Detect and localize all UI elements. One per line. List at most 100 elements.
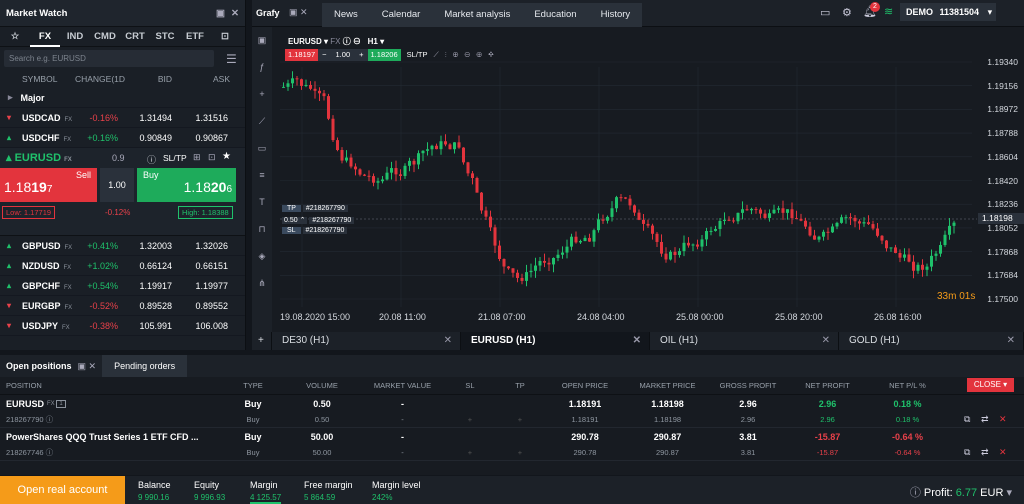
profit-display[interactable]: ⓘ Profit: 6.77 EUR ▾ (910, 484, 1012, 500)
candle-body (525, 272, 528, 281)
nav-market-analysis[interactable]: Market analysis (432, 3, 522, 27)
candle-body (700, 239, 704, 247)
star-icon[interactable]: ★ (222, 151, 231, 162)
tab-stc[interactable]: STC (150, 31, 180, 42)
tab-pending-orders[interactable]: Pending orders (102, 355, 188, 377)
change-value: -0.16% (89, 112, 118, 123)
tab-etf[interactable]: ETF (180, 31, 210, 42)
nav-news[interactable]: News (322, 3, 370, 27)
table-row[interactable]: EURUSD FX 1 Buy 0.50-1.18191 1.18198 2.96 2.96… (0, 395, 1024, 412)
candle-body (547, 262, 551, 265)
col-symbol[interactable]: SYMBOL (0, 74, 72, 84)
list-item[interactable]: ▾ EURGBP FX -0.52% 0.89528 0.89552 (0, 296, 245, 316)
group-major[interactable]: ▸ Major (0, 88, 245, 108)
candle-body (439, 141, 443, 150)
candle-body (655, 233, 659, 242)
table-subrow[interactable]: 218267746 ⓘ Buy 50.00 - 290.78 290.87 3.81 -15.… (0, 445, 1024, 461)
low-price: Low: 1.17719 (2, 206, 56, 219)
tp-add-icon: + (517, 415, 523, 424)
candle-body (300, 79, 303, 86)
tab-favorites[interactable]: ☆ (0, 31, 30, 42)
chart-tab-eurusd[interactable]: EURUSD (H1) ✕ (461, 332, 650, 350)
network-icon[interactable]: ⚙ (842, 6, 852, 19)
table-subrow[interactable]: 218267790 ⓘ Buy 0.50 - 1.18191 1.18198 2.96 2.9… (0, 412, 1024, 428)
cell-vol: 50.00 (310, 431, 334, 442)
tab-crt[interactable]: CRT (120, 31, 150, 42)
list-item[interactable]: ▴ NZDUSD FX +1.02% 0.66124 0.66151 (0, 256, 245, 276)
info-icon[interactable]: ⓘ (147, 153, 156, 166)
candle-body (601, 219, 605, 221)
window-controls-icon[interactable]: ▣ ✕ (289, 7, 308, 18)
list-view-icon[interactable]: ☰ (226, 52, 237, 66)
candle-body (876, 228, 879, 236)
layout-icon[interactable]: ▭ (820, 6, 830, 19)
market-tabs: ☆ FX IND CMD CRT STC ETF ⊡ (0, 27, 245, 47)
market-columns: SYMBOL CHANGE(1D BID ASK (0, 70, 245, 88)
wifi-icon: ≋ (884, 6, 894, 18)
candle-body (669, 251, 672, 260)
position-line-label[interactable]: 0.50 ⌃ #218267790 (282, 216, 355, 224)
tab-open-positions[interactable]: Open positions (0, 361, 78, 371)
sltp-button[interactable]: SL/TP (163, 153, 187, 163)
close-all-button[interactable]: CLOSE ▾ (967, 378, 1014, 392)
list-item[interactable]: ▴ GBPCHF FX +0.54% 1.19917 1.19977 (0, 276, 245, 296)
tab-cmd[interactable]: CMD (90, 31, 120, 42)
list-item[interactable]: ▾ USDJPY FX -0.38% 105.991 106.008 (0, 316, 245, 336)
nav-calendar[interactable]: Calendar (370, 3, 433, 27)
price-tick: 1.18972 (987, 104, 1018, 115)
symbol-name: ▴ USDCHF FX (7, 132, 72, 143)
plus-icon[interactable]: ⊞ (193, 152, 201, 163)
sell-button[interactable]: Sell 1.18197 (0, 168, 97, 202)
volume-input[interactable]: 1.00 (100, 168, 134, 202)
candle-body (520, 277, 524, 281)
grafy-label: Grafy (256, 8, 280, 18)
candle-body (349, 157, 353, 167)
cell-mv: - (401, 398, 404, 409)
buy-button[interactable]: Buy 1.18206 (137, 168, 236, 202)
list-item[interactable]: ▾ USDCAD FX -0.16% 1.31494 1.31516 (0, 108, 245, 128)
search-input[interactable]: Search e.g. EURUSD (4, 50, 214, 67)
cell-pl: -0.64 % (894, 448, 921, 457)
candle-body (376, 181, 380, 183)
table-row[interactable]: PowerShares QQQ Trust Series 1 ETF CFD .… (0, 428, 1024, 445)
candle-body (871, 224, 875, 229)
col-bid[interactable]: BID (128, 74, 172, 84)
sl-line-label[interactable]: SL #218267790 (282, 227, 348, 234)
candle-body (930, 255, 933, 267)
tp-line-label[interactable]: TP #218267790 (282, 205, 348, 212)
candle-body (844, 217, 848, 219)
cell-open: 1.18191 (571, 415, 599, 424)
inbox-icon[interactable]: ⊡ (210, 31, 240, 42)
add-chart-icon[interactable]: + (252, 332, 272, 350)
open-real-account-button[interactable]: Open real account (0, 476, 125, 504)
col-change[interactable]: CHANGE(1D (72, 74, 128, 84)
chart-tab-de30[interactable]: DE30 (H1) ✕ (272, 332, 461, 350)
expanded-symbol[interactable]: ▴ EURUSD FX (6, 151, 72, 164)
candle-body (948, 225, 951, 235)
candle-body (898, 252, 902, 258)
chart-tab-oil[interactable]: OIL (H1) ✕ (650, 332, 839, 350)
candle-body (561, 252, 564, 255)
window-controls-icon[interactable]: ▣ ✕ (78, 361, 97, 372)
split-icon[interactable]: ⊡ (208, 152, 216, 163)
candle-body (885, 240, 888, 249)
tab-ind[interactable]: IND (60, 31, 90, 42)
list-item[interactable]: ▴ USDCHF FX +0.16% 0.90849 0.90867 (0, 128, 245, 148)
nav-education[interactable]: Education (522, 3, 588, 27)
chart-tab-gold[interactable]: GOLD (H1) ✕ (839, 332, 1024, 350)
candle-body (543, 260, 546, 263)
col-ask[interactable]: ASK (172, 74, 230, 84)
nav-history[interactable]: History (589, 3, 643, 27)
candle-body (723, 219, 726, 221)
candle-body (435, 145, 438, 150)
chart-area[interactable]: ▣ ƒ + ⟋ ▭ ≡ T ⊓ ◈ ⋔ EURUSD ▾ FX ⓘ ⊖ H1 ▾ 1.18197 … (252, 27, 1024, 332)
cell-type: Buy (244, 431, 262, 442)
popout-icon[interactable]: ▣ (216, 8, 225, 19)
list-item[interactable]: ▴ GBPUSD FX +0.41% 1.32003 1.32026 (0, 236, 245, 256)
candle-body (822, 231, 825, 237)
tab-fx[interactable]: FX (30, 27, 60, 47)
change-value: +1.02% (87, 260, 118, 271)
close-icon[interactable]: ✕ (231, 8, 239, 19)
account-selector[interactable]: DEMO 11381504 ▾ (900, 3, 996, 21)
edit-icon: ⧉ (964, 414, 971, 424)
